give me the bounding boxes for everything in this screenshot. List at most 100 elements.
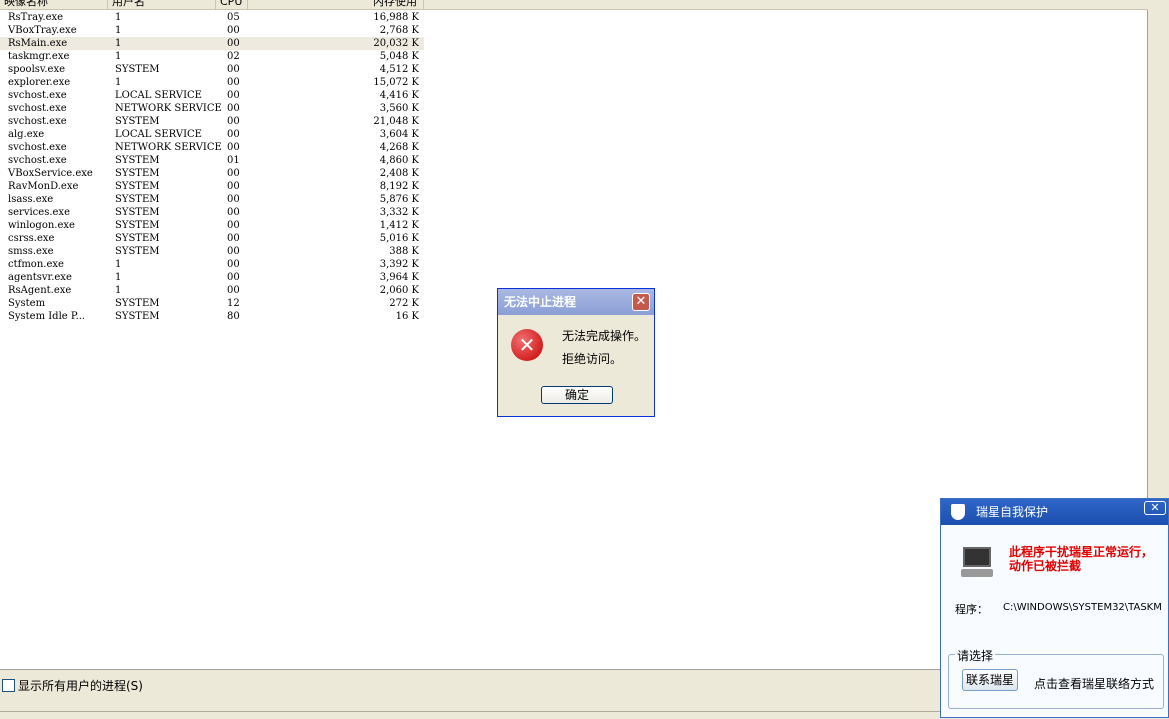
process-name: explorer.exe (8, 77, 71, 88)
process-user: NETWORK SERVICE (115, 103, 222, 114)
process-cpu: 00 (227, 77, 240, 88)
process-user: SYSTEM (115, 233, 160, 244)
table-row[interactable]: RsMain.exe 1 00 20,032 K (0, 37, 424, 50)
process-memory: 5,048 K (379, 51, 419, 62)
process-memory: 3,560 K (379, 103, 419, 114)
process-cpu: 00 (227, 142, 240, 153)
table-row[interactable]: services.exe SYSTEM 00 3,332 K (0, 206, 424, 219)
column-user-name[interactable]: 用户名 (108, 0, 216, 9)
process-memory: 2,060 K (379, 285, 419, 296)
process-memory: 388 K (389, 246, 419, 257)
process-memory: 2,408 K (379, 168, 419, 179)
table-row[interactable]: spoolsv.exe SYSTEM 00 4,512 K (0, 63, 424, 76)
column-image-name[interactable]: 映像名称 (0, 0, 108, 9)
process-name: lsass.exe (8, 194, 54, 205)
table-row[interactable]: svchost.exe NETWORK SERVICE 00 4,268 K (0, 141, 424, 154)
table-row[interactable]: System Idle P... SYSTEM 80 16 K (0, 310, 424, 323)
error-message-line1: 无法完成操作。 (562, 329, 647, 343)
process-name: RsMain.exe (8, 38, 68, 49)
program-label: 程序： (955, 603, 988, 616)
process-cpu: 00 (227, 181, 240, 192)
process-user: SYSTEM (115, 246, 160, 257)
monitor-icon (961, 547, 993, 577)
ok-button[interactable]: 确定 (541, 386, 613, 404)
process-name: RsAgent.exe (8, 285, 72, 296)
process-cpu: 00 (227, 168, 240, 179)
process-user: 1 (115, 25, 122, 36)
process-user: SYSTEM (115, 194, 160, 205)
process-memory: 21,048 K (373, 116, 419, 127)
process-user: SYSTEM (115, 311, 160, 322)
process-memory: 3,604 K (379, 129, 419, 140)
table-row[interactable]: agentsvr.exe 1 00 3,964 K (0, 271, 424, 284)
column-cpu[interactable]: CPU (216, 0, 248, 9)
table-row[interactable]: svchost.exe NETWORK SERVICE 00 3,560 K (0, 102, 424, 115)
table-row[interactable]: svchost.exe SYSTEM 01 4,860 K (0, 154, 424, 167)
process-user: SYSTEM (115, 220, 160, 231)
process-name: svchost.exe (8, 116, 67, 127)
choice-group-label: 请选择 (955, 647, 996, 664)
table-row[interactable]: winlogon.exe SYSTEM 00 1,412 K (0, 219, 424, 232)
table-row[interactable]: VBoxService.exe SYSTEM 00 2,408 K (0, 167, 424, 180)
table-row[interactable]: csrss.exe SYSTEM 00 5,016 K (0, 232, 424, 245)
process-rows: RsTray.exe 1 05 16,988 K VBoxTray.exe 1 00 2,76… (0, 11, 424, 323)
error-icon: ✕ (511, 329, 543, 361)
close-icon[interactable]: ✕ (1144, 501, 1166, 515)
process-cpu: 05 (227, 12, 240, 23)
process-memory: 4,416 K (379, 90, 419, 101)
process-memory: 2,768 K (379, 25, 419, 36)
process-memory: 4,268 K (379, 142, 419, 153)
process-memory: 16 K (395, 311, 419, 322)
process-memory: 3,392 K (379, 259, 419, 270)
table-row[interactable]: ctfmon.exe 1 00 3,392 K (0, 258, 424, 271)
show-all-users[interactable]: 显示所有用户的进程(S) (2, 677, 143, 693)
process-name: agentsvr.exe (8, 272, 72, 283)
table-row[interactable]: RavMonD.exe SYSTEM 00 8,192 K (0, 180, 424, 193)
process-memory: 3,964 K (379, 272, 419, 283)
table-row[interactable]: smss.exe SYSTEM 00 388 K (0, 245, 424, 258)
process-cpu: 00 (227, 38, 240, 49)
process-user: SYSTEM (115, 155, 160, 166)
table-row[interactable]: svchost.exe LOCAL SERVICE 00 4,416 K (0, 89, 424, 102)
process-cpu: 00 (227, 272, 240, 283)
process-name: spoolsv.exe (8, 64, 66, 75)
table-row[interactable]: lsass.exe SYSTEM 00 5,876 K (0, 193, 424, 206)
process-name: VBoxTray.exe (8, 25, 77, 36)
shield-icon (951, 504, 965, 520)
process-memory: 15,072 K (373, 77, 419, 88)
process-memory: 1,412 K (379, 220, 419, 231)
process-user: SYSTEM (115, 64, 160, 75)
table-row[interactable]: System SYSTEM 12 272 K (0, 297, 424, 310)
process-name: svchost.exe (8, 103, 67, 114)
process-name: RsTray.exe (8, 12, 64, 23)
error-dialog-title: 无法中止进程 (504, 295, 577, 309)
process-user: SYSTEM (115, 168, 160, 179)
contact-rising-button[interactable]: 联系瑞星 (962, 669, 1018, 691)
process-cpu: 01 (227, 155, 240, 166)
process-name: alg.exe (8, 129, 45, 140)
process-cpu: 00 (227, 116, 240, 127)
show-all-checkbox[interactable] (2, 678, 15, 692)
process-memory: 20,032 K (373, 38, 419, 49)
process-memory: 3,332 K (379, 207, 419, 218)
process-memory: 16,988 K (373, 12, 419, 23)
process-user: SYSTEM (115, 207, 160, 218)
table-row[interactable]: alg.exe LOCAL SERVICE 00 3,604 K (0, 128, 424, 141)
table-row[interactable]: explorer.exe 1 00 15,072 K (0, 76, 424, 89)
process-cpu: 12 (227, 298, 240, 309)
table-row[interactable]: RsTray.exe 1 05 16,988 K (0, 11, 424, 24)
rising-protection-popup: 瑞星自我保护 ✕ 此程序干扰瑞星正常运行，动作已被拦截 程序： C:\WINDO… (940, 498, 1169, 718)
rising-popup-title-bar: 瑞星自我保护 ✕ (941, 499, 1168, 525)
process-name: smss.exe (8, 246, 54, 257)
close-icon[interactable]: ✕ (632, 293, 650, 311)
process-memory: 5,876 K (379, 194, 419, 205)
process-name: csrss.exe (8, 233, 55, 244)
table-row[interactable]: svchost.exe SYSTEM 00 21,048 K (0, 115, 424, 128)
table-row[interactable]: RsAgent.exe 1 00 2,060 K (0, 284, 424, 297)
table-row[interactable]: VBoxTray.exe 1 00 2,768 K (0, 24, 424, 37)
table-row[interactable]: taskmgr.exe 1 02 5,048 K (0, 50, 424, 63)
column-memory[interactable]: 内存使用 (248, 0, 424, 9)
process-cpu: 00 (227, 194, 240, 205)
process-user: 1 (115, 259, 122, 270)
contact-hint: 点击查看瑞星联络方式 (1034, 677, 1155, 691)
